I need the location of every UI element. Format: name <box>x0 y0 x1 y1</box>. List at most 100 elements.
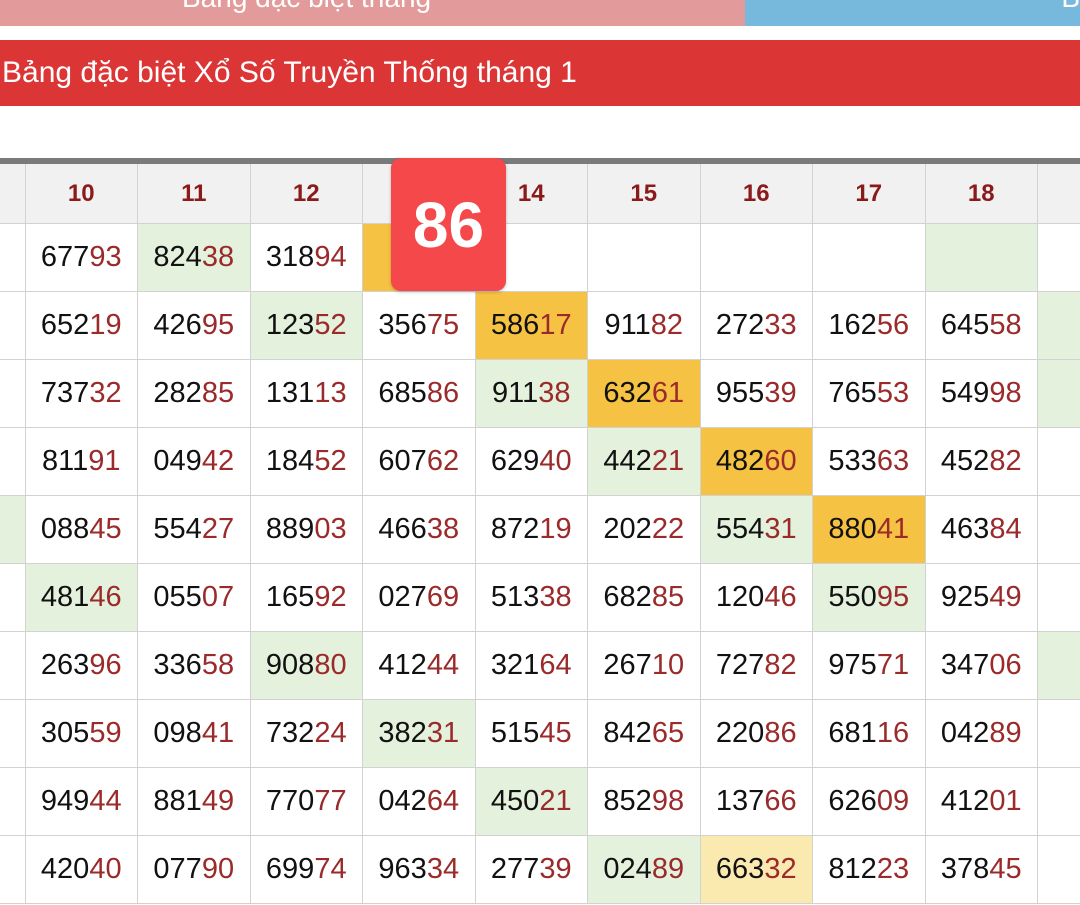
result-cell: 699 74 <box>250 836 363 904</box>
result-prefix: 263 <box>40 649 90 681</box>
result-cell: 765 53 <box>813 360 926 428</box>
result-cell: 812 23 <box>813 836 926 904</box>
result-last-two: 85 <box>651 581 685 613</box>
result-cell: 549 98 <box>925 360 1038 428</box>
result-prefix: 925 <box>940 581 990 613</box>
result-last-two: 85 <box>201 377 235 409</box>
result-prefix: 881 <box>153 785 202 817</box>
column-header: 17 <box>813 164 926 224</box>
result-cell: 911 38 <box>475 360 588 428</box>
result-prefix: 852 <box>603 785 652 817</box>
result-last-two: 06 <box>989 649 1022 681</box>
result-prefix: 481 <box>40 581 90 613</box>
result-last-two: 45 <box>989 853 1022 885</box>
result-last-two: 82 <box>650 309 683 341</box>
result-last-two: 86 <box>426 377 460 409</box>
result-last-two: 17 <box>539 309 572 341</box>
result-prefix: 120 <box>715 581 765 613</box>
result-prefix: 412 <box>940 785 990 817</box>
result-cell: 513 38 <box>475 564 588 632</box>
highlight-badge[interactable]: 86 <box>391 158 506 291</box>
table-row: 4811910494218452607626294044221482605336… <box>0 428 1080 496</box>
result-prefix: 162 <box>828 309 877 341</box>
result-prefix: 123 <box>265 309 315 341</box>
result-cell: 277 39 <box>475 836 588 904</box>
result-prefix: 318 <box>265 241 315 273</box>
result-cell: 412 44 <box>363 632 476 700</box>
result-cell: 184 52 <box>250 428 363 496</box>
result-last-two: 98 <box>989 377 1022 409</box>
result-prefix: 681 <box>828 717 877 749</box>
result-cell: 9 <box>0 700 26 768</box>
result-cell: 7 <box>1038 700 1080 768</box>
result-last-two: 38 <box>201 241 235 273</box>
result-prefix: 770 <box>265 785 315 817</box>
tab-secondary[interactable]: B <box>745 0 1080 26</box>
result-prefix: 663 <box>715 853 765 885</box>
result-last-two: 60 <box>764 445 797 477</box>
result-prefix: 872 <box>490 513 540 545</box>
result-cell: 852 98 <box>588 768 701 836</box>
result-prefix: 911 <box>604 309 651 341</box>
result-last-two: 32 <box>89 377 122 409</box>
result-last-two: 33 <box>764 309 797 341</box>
result-cell: 607 62 <box>363 428 476 496</box>
result-prefix: 765 <box>828 377 877 409</box>
result-cell <box>925 224 1038 292</box>
result-prefix: 024 <box>603 853 652 885</box>
result-last-two: 03 <box>314 513 347 545</box>
result-cell: 4 <box>0 428 26 496</box>
result-cell: 466 38 <box>363 496 476 564</box>
result-cell: 963 34 <box>363 836 476 904</box>
table-title-text: Bảng đặc biệt Xổ Số Truyền Thống tháng 1 <box>2 56 577 89</box>
result-prefix: 533 <box>828 445 877 477</box>
tab-special-month[interactable]: Bảng đặc biệt tháng <box>0 0 745 26</box>
result-cell: 685 86 <box>363 360 476 428</box>
result-prefix: 685 <box>378 377 427 409</box>
result-last-two: 21 <box>651 445 685 477</box>
result-cell: 652 19 <box>25 292 138 360</box>
result-prefix: 908 <box>265 649 315 681</box>
result-last-two: 69 <box>426 581 460 613</box>
result-cell: 165 92 <box>250 564 363 632</box>
result-cell: 975 71 <box>813 632 926 700</box>
result-last-two: 86 <box>764 717 797 749</box>
result-cell: 632 61 <box>588 360 701 428</box>
result-last-two: 58 <box>201 649 235 681</box>
table-row: 9652194269512352356755861791182272331625… <box>0 292 1080 360</box>
result-last-two: 66 <box>764 785 797 817</box>
result-cell: 5 <box>1038 292 1080 360</box>
result-cell: 450 21 <box>475 768 588 836</box>
result-cell: 042 89 <box>925 700 1038 768</box>
result-prefix: 088 <box>40 513 90 545</box>
result-cell: 263 96 <box>25 632 138 700</box>
result-last-two: 44 <box>89 785 122 817</box>
result-last-two: 64 <box>426 785 460 817</box>
result-cell: 663 32 <box>700 836 813 904</box>
highlight-badge-value: 86 <box>412 188 485 261</box>
result-last-two: 31 <box>764 513 797 545</box>
result-cell: 554 27 <box>138 496 251 564</box>
column-header: 11 <box>138 164 251 224</box>
result-cell: 378 45 <box>925 836 1038 904</box>
result-cell: 347 06 <box>925 632 1038 700</box>
result-cell: 533 63 <box>813 428 926 496</box>
result-prefix: 027 <box>378 581 427 613</box>
result-last-two: 49 <box>989 581 1022 613</box>
result-cell: 925 49 <box>925 564 1038 632</box>
result-prefix: 949 <box>40 785 90 817</box>
result-prefix: 645 <box>940 309 990 341</box>
result-last-two: 58 <box>989 309 1022 341</box>
result-last-two: 84 <box>989 513 1022 545</box>
result-last-two: 32 <box>764 853 797 885</box>
result-last-two: 31 <box>426 717 460 749</box>
result-cell: 824 38 <box>138 224 251 292</box>
result-prefix: 682 <box>603 581 652 613</box>
result-prefix: 267 <box>603 649 652 681</box>
result-last-two: 44 <box>426 649 460 681</box>
result-cell: 042 64 <box>363 768 476 836</box>
result-cell: 550 95 <box>813 564 926 632</box>
result-cell: 305 59 <box>25 700 138 768</box>
result-cell: 336 58 <box>138 632 251 700</box>
result-last-two: 56 <box>876 309 910 341</box>
